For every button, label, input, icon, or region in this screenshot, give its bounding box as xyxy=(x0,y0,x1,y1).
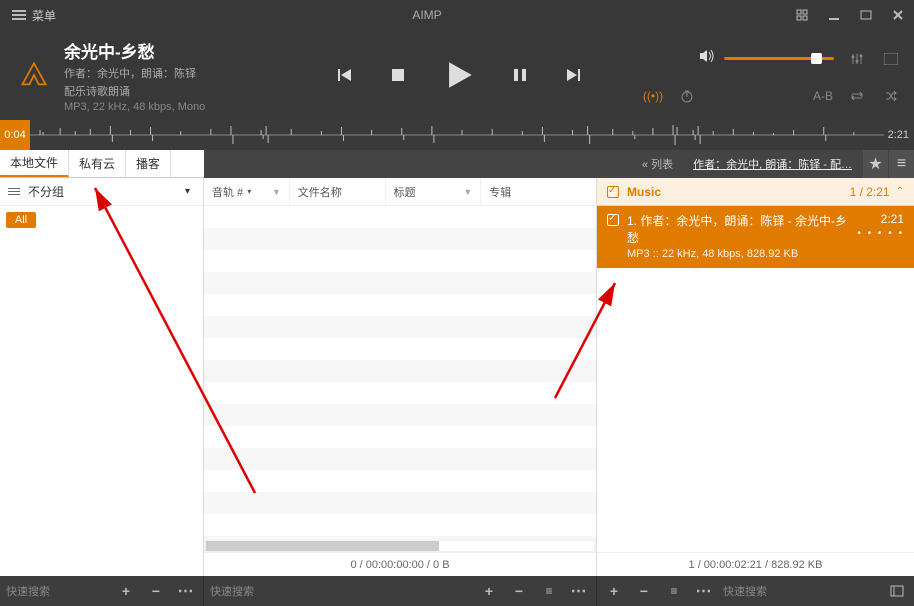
tab-cloud[interactable]: 私有云 xyxy=(69,150,126,177)
playlist-group-header[interactable]: Music 1 / 2:21 ⌃ xyxy=(597,178,914,206)
minimize-button[interactable] xyxy=(818,0,850,30)
tab-podcast[interactable]: 播客 xyxy=(126,150,171,177)
shuffle-button[interactable] xyxy=(880,90,902,102)
more-button[interactable]: ⋯ xyxy=(175,580,197,602)
time-total: 2:21 xyxy=(884,129,914,141)
list-label[interactable]: « 列表 xyxy=(632,156,683,172)
main-body: 不分组 ▾ All 音轨 #▾▼ 文件名称 标题▼ 专辑 0 / 00:00:0… xyxy=(0,178,914,576)
file-columns: 音轨 #▾▼ 文件名称 标题▼ 专辑 xyxy=(204,178,596,206)
radio-icon[interactable]: ((•)) xyxy=(642,89,664,103)
playlist-more-button[interactable]: ⋯ xyxy=(693,580,715,602)
track-row-title: 1. 作者：余光中，朗诵：陈铎 - 余光中-乡愁 xyxy=(627,212,857,246)
title-bar: 菜单 AIMP xyxy=(0,0,914,30)
tab-local[interactable]: 本地文件 xyxy=(0,150,69,177)
file-list: 音轨 #▾▼ 文件名称 标题▼ 专辑 0 / 00:00:00:00 / 0 B xyxy=(204,178,597,576)
close-button[interactable] xyxy=(882,0,914,30)
stop-button[interactable] xyxy=(390,67,406,83)
favorite-button[interactable]: ★ xyxy=(862,150,888,178)
playlist-count: 1 / 2:21 xyxy=(850,185,890,199)
track-row-duration: 2:21 xyxy=(857,212,904,226)
playlist-name: Music xyxy=(627,185,850,199)
next-button[interactable] xyxy=(564,66,582,84)
sort-down-icon: ▾ xyxy=(247,187,251,196)
library-search-input[interactable]: 快速搜索 xyxy=(6,583,107,599)
playlist-search-input[interactable]: 快速搜索 xyxy=(723,583,878,599)
tabs-row: 本地文件 私有云 播客 « 列表 作者：余光中, 朗诵：陈铎 - 配… ★ ≡ xyxy=(0,150,914,178)
filter-icon[interactable]: ▼ xyxy=(463,187,472,197)
col-title[interactable]: 标题▼ xyxy=(386,178,482,205)
previous-button[interactable] xyxy=(336,66,354,84)
waveform-bar[interactable]: 0:04 2:21 xyxy=(0,120,914,150)
time-elapsed: 0:04 xyxy=(0,120,30,150)
app-logo xyxy=(12,38,56,112)
waveform-display[interactable] xyxy=(30,120,884,150)
playlist-add-button[interactable]: + xyxy=(603,580,625,602)
equalizer-button[interactable] xyxy=(846,52,868,66)
horizontal-scrollbar[interactable] xyxy=(204,540,596,552)
app-window: 菜单 AIMP 余光中-乡愁 作者：余光中，朗诵：陈铎 配乐诗歌朗诵 MP3, … xyxy=(0,0,914,606)
app-title: AIMP xyxy=(68,8,786,22)
playlist-tab[interactable]: 作者：余光中, 朗诵：陈铎 - 配… xyxy=(683,156,862,172)
menu-label: 菜单 xyxy=(32,7,56,24)
list-icon xyxy=(0,188,28,195)
grouping-selector[interactable]: 不分组 ▾ xyxy=(0,178,203,206)
playlist-empty-area[interactable] xyxy=(597,268,914,552)
filelist-add-button[interactable]: + xyxy=(478,580,500,602)
filelist-sort-button[interactable]: ≡ xyxy=(538,580,560,602)
ab-repeat-button[interactable]: A-B xyxy=(812,89,834,103)
track-meta: 余光中-乡愁 作者：余光中，朗诵：陈铎 配乐诗歌朗诵 MP3, 22 kHz, … xyxy=(56,38,276,112)
collapse-icon[interactable]: ⌃ xyxy=(896,186,904,197)
col-album[interactable]: 专辑 xyxy=(481,178,596,205)
track-artist: 作者：余光中，朗诵：陈铎 xyxy=(64,65,276,81)
play-button[interactable] xyxy=(442,58,476,92)
expand-button[interactable] xyxy=(886,580,908,602)
player-header: 余光中-乡愁 作者：余光中，朗诵：陈铎 配乐诗歌朗诵 MP3, 22 kHz, … xyxy=(0,30,914,120)
filelist-status: 0 / 00:00:00:00 / 0 B xyxy=(204,552,596,576)
playlist-sort-button[interactable]: ≡ xyxy=(663,580,685,602)
filter-icon[interactable]: ▼ xyxy=(272,187,281,197)
col-filename[interactable]: 文件名称 xyxy=(290,178,386,205)
track-album: 配乐诗歌朗诵 xyxy=(64,83,276,99)
pause-button[interactable] xyxy=(512,67,528,83)
playlist-panel: Music 1 / 2:21 ⌃ 1. 作者：余光中，朗诵：陈铎 - 余光中-乡… xyxy=(597,178,914,576)
sidebar: 不分组 ▾ All xyxy=(0,178,204,576)
file-rows-area[interactable] xyxy=(204,206,596,540)
maximize-button[interactable] xyxy=(850,0,882,30)
volume-icon xyxy=(698,47,716,70)
playlist-remove-button[interactable]: − xyxy=(633,580,655,602)
playback-controls xyxy=(276,38,642,112)
repeat-button[interactable] xyxy=(846,90,868,102)
hamburger-icon xyxy=(12,10,26,20)
menu-button[interactable]: 菜单 xyxy=(0,0,68,30)
scrollbar-thumb[interactable] xyxy=(206,541,439,551)
track-rating-dots[interactable]: • • • • • xyxy=(857,228,904,239)
footer-bar: 快速搜索 + − ⋯ 快速搜索 + − ≡ ⋯ + − ≡ ⋯ 快速搜索 xyxy=(0,576,914,606)
playlist-menu-button[interactable]: ≡ xyxy=(888,150,914,178)
volume-control[interactable] xyxy=(698,47,834,70)
add-button[interactable]: + xyxy=(115,580,137,602)
playlist-track-row[interactable]: 1. 作者：余光中，朗诵：陈铎 - 余光中-乡愁 MP3 :: 22 kHz, … xyxy=(597,206,914,268)
group-checkbox[interactable] xyxy=(607,186,619,198)
all-filter-badge[interactable]: All xyxy=(6,212,36,228)
timer-icon[interactable] xyxy=(676,89,698,103)
filelist-remove-button[interactable]: − xyxy=(508,580,530,602)
track-info: MP3, 22 kHz, 48 kbps, Mono xyxy=(64,101,276,113)
player-tools: ((•)) A-B xyxy=(642,38,902,112)
playlist-tabs: « 列表 作者：余光中, 朗诵：陈铎 - 配… ★ ≡ xyxy=(597,150,914,178)
volume-slider[interactable] xyxy=(724,57,834,60)
source-tabs: 本地文件 私有云 播客 xyxy=(0,150,204,178)
compact-mode-button[interactable] xyxy=(786,0,818,30)
group-label: 不分组 xyxy=(28,183,185,200)
window-controls xyxy=(786,0,914,30)
filelist-search-input[interactable]: 快速搜索 xyxy=(210,583,470,599)
filelist-more-button[interactable]: ⋯ xyxy=(568,580,590,602)
visualizer-button[interactable] xyxy=(880,53,902,65)
playlist-status: 1 / 00:00:02:21 / 828.92 KB xyxy=(597,552,914,576)
chevron-down-icon: ▾ xyxy=(185,186,203,197)
col-track-no[interactable]: 音轨 #▾▼ xyxy=(204,178,290,205)
track-checkbox[interactable] xyxy=(607,214,619,226)
remove-button[interactable]: − xyxy=(145,580,167,602)
track-title: 余光中-乡愁 xyxy=(64,38,276,63)
track-row-info: MP3 :: 22 kHz, 48 kbps, 828.92 KB xyxy=(627,248,857,260)
